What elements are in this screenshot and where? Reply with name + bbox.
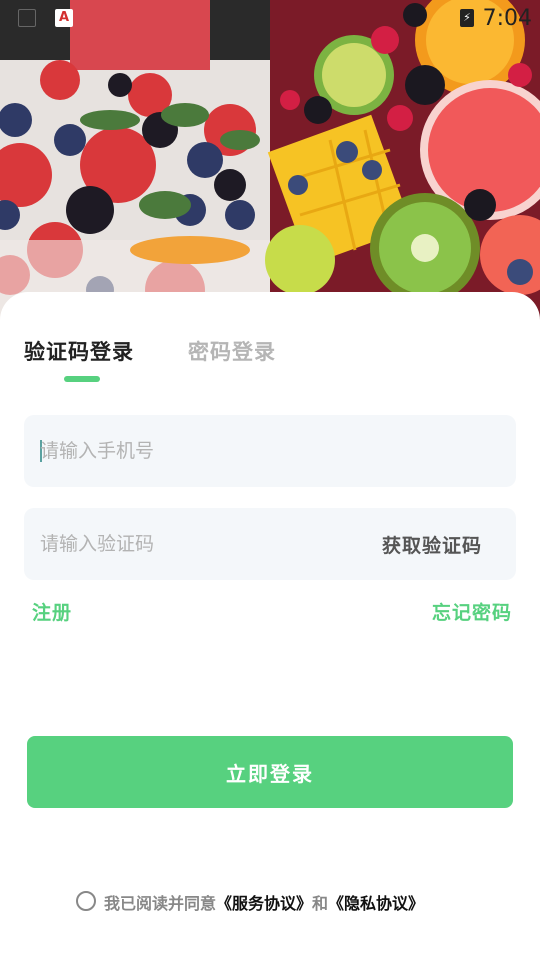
login-sheet: 验证码登录 密码登录 获取验证码 注册 忘记密码 立即登录 我已阅读并同意《服务…	[0, 292, 540, 960]
forgot-password-link[interactable]: 忘记密码	[432, 598, 512, 625]
battery-charging-icon: ⚡	[460, 9, 474, 27]
agreement-text: 我已阅读并同意《服务协议》和《隐私协议》	[104, 890, 424, 914]
service-agreement-link[interactable]: 《服务协议》	[216, 894, 312, 913]
fruit-collage	[0, 0, 540, 320]
image-icon	[18, 9, 36, 27]
status-time: 7:04	[482, 6, 532, 31]
a-app-icon: A	[55, 9, 73, 27]
verification-code-input[interactable]	[40, 508, 340, 580]
login-button[interactable]: 立即登录	[27, 736, 513, 808]
hero-fruit-image	[0, 0, 540, 320]
status-bar: A ⚡ 7:04	[0, 0, 540, 36]
agreement-prefix: 我已阅读并同意	[104, 894, 217, 913]
tab-password-login[interactable]: 密码登录	[188, 336, 276, 366]
get-code-button[interactable]: 获取验证码	[382, 531, 482, 558]
phone-input[interactable]	[40, 415, 340, 487]
register-link[interactable]: 注册	[32, 598, 72, 625]
tab-sms-code-login[interactable]: 验证码登录	[24, 336, 134, 366]
agreement-and: 和	[312, 894, 329, 913]
code-field[interactable]: 获取验证码	[24, 508, 516, 580]
agree-radio[interactable]	[76, 891, 96, 911]
active-tab-indicator	[64, 376, 100, 382]
phone-field[interactable]	[24, 415, 516, 487]
privacy-agreement-link[interactable]: 《隐私协议》	[328, 894, 424, 913]
